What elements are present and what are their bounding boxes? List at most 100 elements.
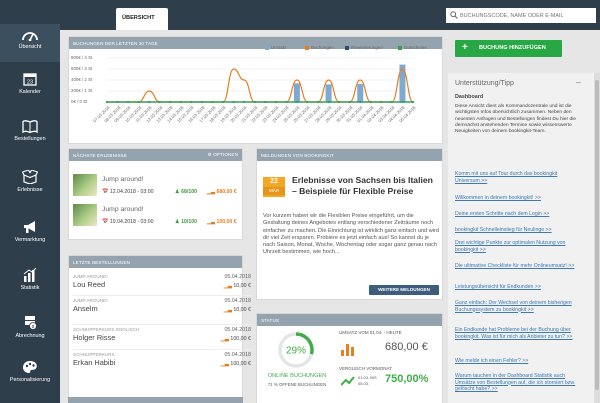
order-row[interactable]: SCHNUPPERKURS Erkan Habibi 05.04.2018 ▁▃… <box>73 349 253 371</box>
point-gutscheine <box>274 100 277 104</box>
order-date: 05.04.2018 <box>224 274 251 280</box>
bars-icon: ▁▃ <box>223 307 232 313</box>
point-gutscheine <box>369 100 372 104</box>
nav-label: Abrechnung <box>15 333 45 339</box>
point-gutscheine <box>190 100 193 104</box>
nav-statistik[interactable]: Statistik <box>0 268 60 298</box>
help-link[interactable]: Leistungsübersicht für Endkunden >> <box>455 284 580 291</box>
donut-percent: 29% <box>286 346 306 357</box>
nav-abrechnung[interactable]: $ Abrechnung <box>0 315 60 345</box>
help-link[interactable]: Ganz einfach: Der Wechsel von deinem bis… <box>455 300 580 313</box>
help-link[interactable]: Drei wichtige Punkte zur optimalen Nutzu… <box>455 240 580 253</box>
news-body: Vor kurzem haben wir die Flexiblen Preis… <box>263 213 439 256</box>
compare-from: 01.03. BIS <box>358 375 377 380</box>
nav-kalender[interactable]: 23 Kalender <box>0 72 60 102</box>
point-gutscheine <box>359 100 362 104</box>
help-link[interactable]: bookingkit Schnelleinstieg für Neulinge … <box>455 227 580 234</box>
point-gutscheine <box>306 100 309 104</box>
event-item[interactable]: Jump around! 📅 12.04.2018 - 03:00 ♟ 68/1… <box>73 174 253 198</box>
point-gutscheine <box>179 100 182 104</box>
nav-bestellungen[interactable]: Bestellungen <box>0 120 60 150</box>
order-category: SCHNUPPERKURS ENGLISCH <box>73 327 140 332</box>
bars-icon: ▁▃ <box>223 283 232 289</box>
legend-gutscheine[interactable]: Gutscheine <box>398 45 427 50</box>
bar-umsatz <box>399 64 406 102</box>
calendar-small-icon: 📅 <box>102 219 109 225</box>
collapse-icon[interactable]: – <box>576 77 581 87</box>
next-events-panel: NÄCHSTE ERLEBNISSE ⚙ OPTIONEN Jump around… <box>68 148 243 240</box>
sidebar: Übersicht 23 Kalender Bestellungen Erleb… <box>0 0 60 403</box>
person-icon: ♟ <box>175 219 180 225</box>
nav-erlebnisse[interactable]: Erlebnisse <box>0 170 60 200</box>
help-link[interactable]: Die ultimative Checkliste für mehr Onlin… <box>455 263 580 270</box>
point-gutscheine <box>169 100 172 104</box>
bars-icon: ▁▃ <box>207 189 215 195</box>
tab-overview[interactable]: ÜBERSICHT <box>116 8 168 30</box>
point-gutscheine <box>411 100 415 104</box>
help-link[interactable]: Wie melde ich einen Fehler? >> <box>455 358 580 365</box>
order-row[interactable]: SCHNUPPERKURS ENGLISCH Holger Risse 05.0… <box>73 324 253 346</box>
help-link[interactable]: Komm mit uns auf Tour durch das bookingk… <box>455 171 580 184</box>
panel-header: STATUS <box>257 314 442 326</box>
point-gutscheine <box>211 100 214 104</box>
person-icon: ♟ <box>175 189 180 195</box>
nav-label: Bestellungen <box>14 136 46 142</box>
order-category: JUMP AROUND! <box>73 298 108 303</box>
point-gutscheine <box>327 100 330 104</box>
event-capacity: ♟ 68/100 <box>175 189 197 195</box>
point-gutscheine <box>264 100 267 104</box>
legend-swatch <box>265 45 269 50</box>
help-link[interactable]: Deine ersten Schritte nach dem Login >> <box>455 211 580 218</box>
point-gutscheine <box>338 100 341 104</box>
order-category: SCHNUPPERKURS <box>73 352 115 357</box>
help-link[interactable]: Willkommen in deinem bookingkit! >> <box>455 195 580 202</box>
calendar-small-icon: 📅 <box>102 189 109 195</box>
order-row[interactable]: JUMP AROUND! Lou Reed 05.04.2018 ▁▃ 10,0… <box>73 272 253 294</box>
palette-icon <box>23 361 37 373</box>
scrollbar-thumb[interactable] <box>595 80 599 390</box>
nav-vermarktung[interactable]: Vermarktung <box>0 220 60 250</box>
nav-personalisierung[interactable]: Personalisierung <box>0 360 60 390</box>
statistics-icon <box>23 268 37 282</box>
event-item[interactable]: Jump around! 📅 19.04.2018 - 03:00 ♟ 10/1… <box>73 204 253 228</box>
order-date: 05.04.2018 <box>224 352 251 358</box>
nav-label: Übersicht <box>18 44 42 50</box>
y-tick-label: 200€ / 1 St <box>71 88 93 93</box>
order-name: Anselm <box>73 304 98 313</box>
legend-reservierungen[interactable]: Reservierungen <box>345 45 383 50</box>
point-gutscheine <box>221 100 225 104</box>
help-text: Diese Ansicht dient als Kommandozentrale… <box>455 104 576 135</box>
main-content: BUCHUNGEN DER LETZTEN 30 TAGE Umsatz Buc… <box>60 30 448 403</box>
compare-value: 750,00% <box>385 373 429 385</box>
calendar-icon: 23 <box>23 73 37 86</box>
bars-icon: ▁▃ <box>220 336 229 342</box>
order-amount: ▁▃ 100,00 € <box>220 336 251 342</box>
legend-swatch <box>345 45 349 50</box>
nav-label: Statistik <box>20 285 40 291</box>
open-box-icon <box>22 170 38 184</box>
latest-orders-panel: LETZTE BESTELLUNGEN JUMP AROUND! Lou Ree… <box>68 255 253 403</box>
help-title: Unterstützung/Tipp <box>455 80 514 87</box>
legend-buchungen[interactable]: Buchungen <box>305 45 334 50</box>
help-link[interactable]: Warum tauchen in der Dashboard Statistik… <box>455 373 580 393</box>
gauge-icon <box>22 32 38 41</box>
event-thumbnail <box>73 174 97 196</box>
nav-label: Vermarktung <box>14 237 46 243</box>
add-booking-button[interactable]: + BUCHUNG HINZUFÜGEN <box>455 40 562 57</box>
search-input[interactable] <box>446 8 596 23</box>
legend-umsatz[interactable]: Umsatz <box>265 45 286 50</box>
cash-icon: $ <box>25 316 37 330</box>
event-amount: ▁▃ 680,00 € <box>207 189 237 195</box>
order-row[interactable]: JUMP AROUND! Anselm 05.04.2018 ▁▃ 10,00 … <box>73 295 253 317</box>
y-tick-label: 400€ / 2 St <box>71 77 93 82</box>
order-category: JUMP AROUND! <box>73 274 108 279</box>
nav-label: Erlebnisse <box>17 187 43 193</box>
order-amount: ▁▃ 10,00 € <box>223 307 251 313</box>
news-headline[interactable]: Erlebnisse von Sachsen bis Italien – Bei… <box>292 175 440 197</box>
bar-umsatz <box>357 83 364 102</box>
more-news-button[interactable]: WEITERE MELDUNGEN <box>369 285 439 295</box>
nav-ubersicht[interactable]: Übersicht <box>0 24 60 62</box>
help-link[interactable]: Ein Endkunde hat Probleme bei der Buchun… <box>455 327 580 340</box>
point-gutscheine <box>158 100 161 104</box>
options-button[interactable]: ⚙ OPTIONEN <box>208 152 238 158</box>
